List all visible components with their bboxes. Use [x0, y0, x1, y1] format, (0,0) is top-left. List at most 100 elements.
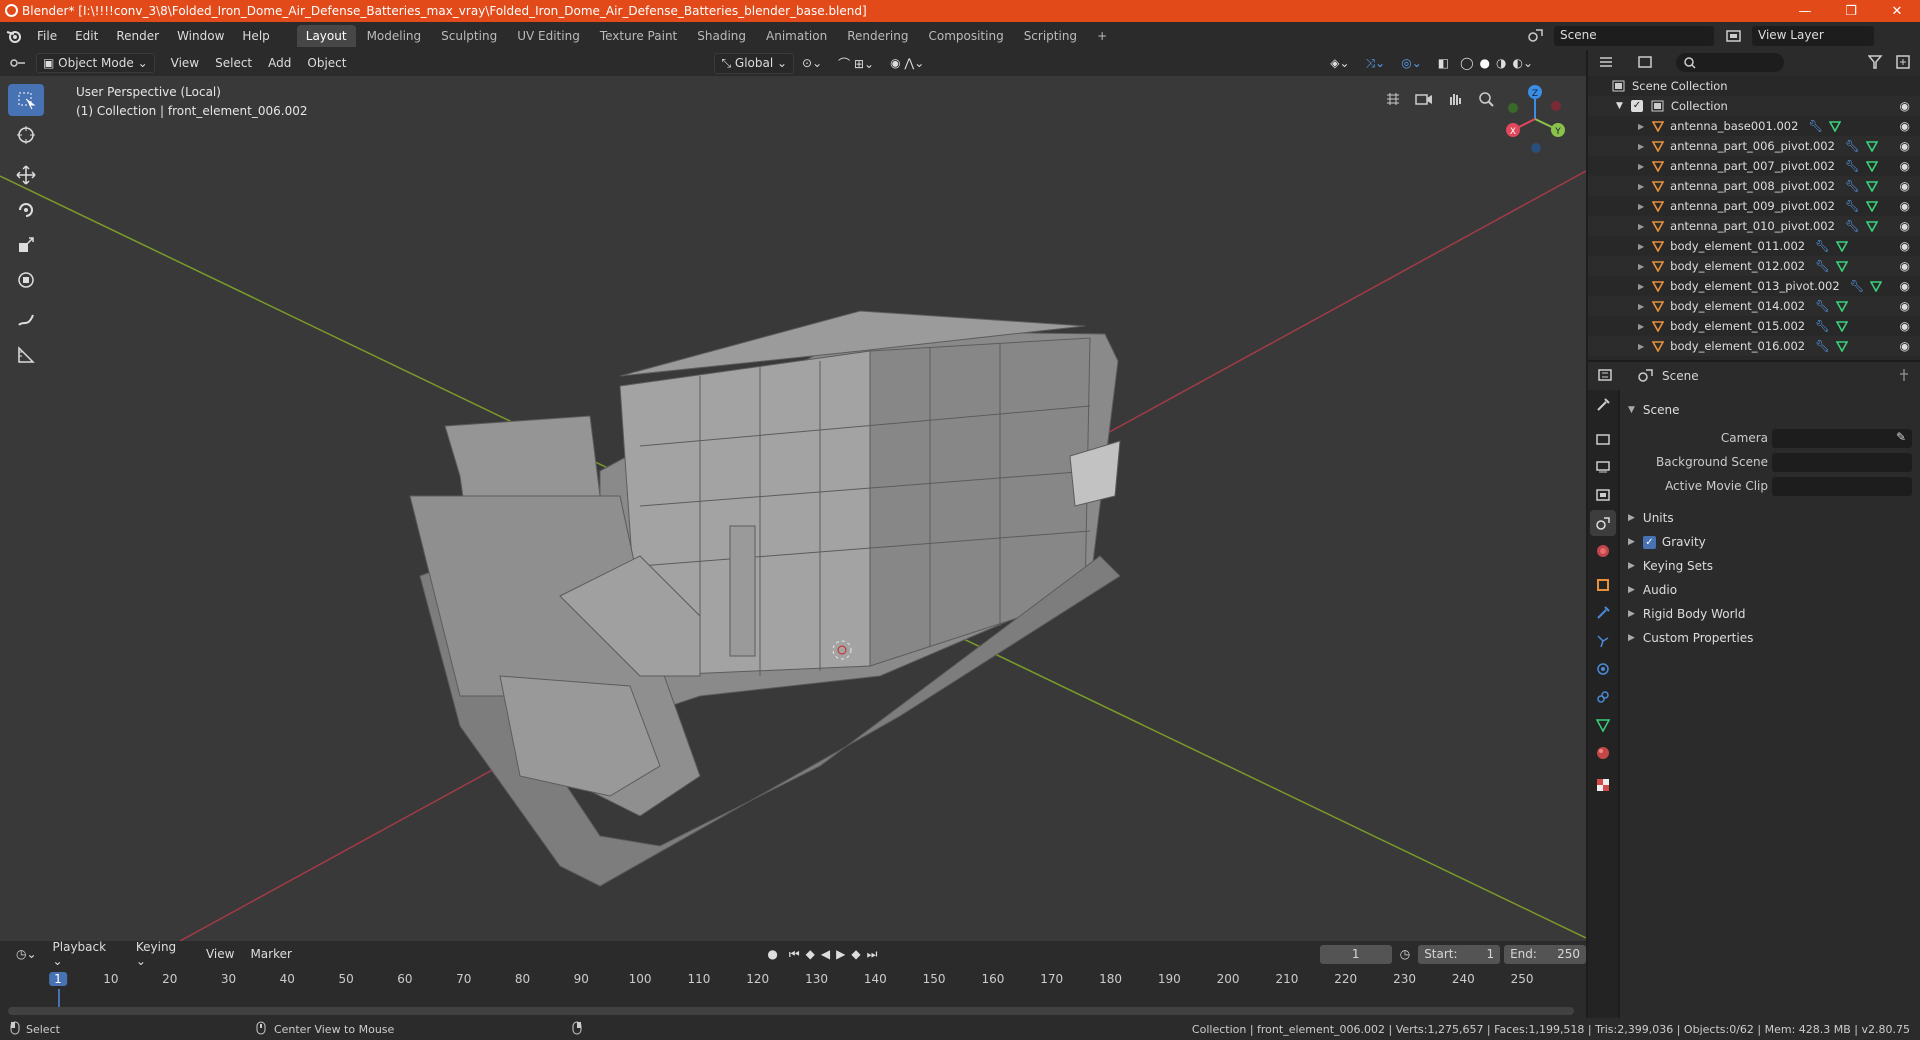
visibility-eye-icon[interactable]: ◉: [1900, 259, 1910, 273]
particles-tab-icon[interactable]: [1590, 628, 1616, 654]
menu-render[interactable]: Render: [107, 29, 168, 43]
modifier-wrench-icon[interactable]: 🔧︎: [1815, 299, 1830, 313]
modifier-wrench-icon[interactable]: 🔧︎: [1845, 159, 1860, 173]
pin-icon[interactable]: [1898, 368, 1910, 385]
visibility-eye-icon[interactable]: ◉: [1900, 219, 1910, 233]
visibility-eye-icon[interactable]: ◉: [1900, 299, 1910, 313]
transform-tool-icon[interactable]: [8, 264, 44, 296]
modifier-wrench-icon[interactable]: 🔧︎: [1845, 199, 1860, 213]
rendered-shading-icon[interactable]: ◐⌄: [1510, 54, 1537, 72]
add-workspace-button[interactable]: +: [1088, 25, 1116, 47]
modifier-wrench-icon[interactable]: 🔧︎: [1815, 239, 1830, 253]
mesh-data-icon[interactable]: [1870, 280, 1883, 292]
modifier-wrench-icon[interactable]: 🔧︎: [1845, 139, 1860, 153]
jump-end-icon[interactable]: ⏭: [864, 945, 881, 964]
tab-uv-editing[interactable]: UV Editing: [508, 25, 589, 47]
mesh-data-icon[interactable]: [1865, 200, 1878, 212]
tab-compositing[interactable]: Compositing: [919, 25, 1012, 47]
menu-object[interactable]: Object: [299, 54, 354, 72]
mesh-data-icon[interactable]: [1835, 340, 1848, 352]
outliner-object-row[interactable]: ▶ body_element_015.002 🔧︎ ◉: [1588, 316, 1920, 336]
timeline-scrollbar[interactable]: [8, 1007, 1574, 1015]
pivot-icon[interactable]: ⊙⌄: [794, 54, 830, 72]
menu-keying[interactable]: Keying ⌄: [128, 938, 198, 970]
rotate-tool-icon[interactable]: [8, 194, 44, 226]
outliner-editor-type-icon[interactable]: [1598, 55, 1620, 72]
tab-sculpting[interactable]: Sculpting: [432, 25, 506, 47]
view-layer-tab-icon[interactable]: [1590, 482, 1616, 508]
play-reverse-icon[interactable]: ◀: [818, 945, 833, 963]
mesh-data-icon[interactable]: [1835, 300, 1848, 312]
row-expand-icon[interactable]: ▶: [1638, 202, 1644, 211]
blender-menu-icon[interactable]: [0, 29, 28, 43]
measure-tool-icon[interactable]: [8, 339, 44, 371]
view-layer-selector[interactable]: View Layer: [1752, 26, 1874, 46]
outliner-object-row[interactable]: ▶ antenna_base001.002 🔧︎ ◉: [1588, 116, 1920, 136]
record-icon[interactable]: ●: [759, 945, 785, 963]
visibility-eye-icon[interactable]: ◉: [1900, 239, 1910, 253]
row-expand-icon[interactable]: ▶: [1638, 242, 1644, 251]
tab-layout[interactable]: Layout: [296, 25, 356, 47]
scene-selector[interactable]: Scene: [1554, 26, 1714, 46]
menu-select[interactable]: Select: [207, 54, 260, 72]
texture-tab-icon[interactable]: [1590, 772, 1616, 798]
menu-file[interactable]: File: [28, 29, 66, 43]
close-button[interactable]: ✕: [1874, 0, 1920, 22]
mesh-data-icon[interactable]: [1865, 140, 1878, 152]
start-frame-field[interactable]: Start: 1: [1418, 944, 1501, 964]
units-panel[interactable]: ▶ Units: [1620, 506, 1920, 530]
material-tab-icon[interactable]: [1590, 740, 1616, 766]
visibility-eye-icon[interactable]: ◉: [1900, 319, 1910, 333]
scene-tab-icon[interactable]: [1590, 510, 1616, 536]
proportional-edit-icon[interactable]: ◉ ⋀⌄: [882, 54, 932, 72]
camera-field[interactable]: ✎: [1772, 428, 1912, 448]
menu-view[interactable]: View: [163, 54, 207, 72]
visibility-eye-icon[interactable]: ◉: [1900, 199, 1910, 213]
rigid-body-world-panel[interactable]: ▶ Rigid Body World: [1620, 602, 1920, 626]
tab-scripting[interactable]: Scripting: [1015, 25, 1086, 47]
movie-clip-field[interactable]: [1772, 476, 1912, 496]
modifier-wrench-icon[interactable]: 🔧︎: [1815, 339, 1830, 353]
menu-edit[interactable]: Edit: [66, 29, 107, 43]
row-expand-icon[interactable]: ▶: [1638, 122, 1644, 131]
modifier-tab-icon[interactable]: [1590, 600, 1616, 626]
view-layer-icon[interactable]: [1726, 29, 1742, 46]
visibility-eye-icon[interactable]: ◉: [1900, 159, 1910, 173]
xray-icon[interactable]: ◧: [1430, 54, 1457, 72]
outliner-object-row[interactable]: ▶ body_element_014.002 🔧︎ ◉: [1588, 296, 1920, 316]
outliner-object-row[interactable]: ▶ body_element_016.002 🔧︎ ◉: [1588, 336, 1920, 356]
outliner-search-input[interactable]: [1676, 53, 1784, 72]
filter-icon[interactable]: [1867, 55, 1888, 72]
menu-help[interactable]: Help: [233, 29, 278, 43]
modifier-wrench-icon[interactable]: 🔧︎: [1845, 219, 1860, 233]
gizmo-toggle-icon[interactable]: ⤨⌄: [1358, 54, 1394, 73]
display-mode-icon[interactable]: [1638, 55, 1660, 72]
row-expand-icon[interactable]: ▶: [1638, 282, 1644, 291]
visibility-eye-icon[interactable]: ◉: [1900, 179, 1910, 193]
mode-selector[interactable]: ▣ Object Mode ⌄: [36, 53, 155, 73]
row-expand-icon[interactable]: ▶: [1638, 142, 1644, 151]
mesh-data-icon[interactable]: [1835, 320, 1848, 332]
wireframe-shading-icon[interactable]: ◯: [1457, 54, 1476, 72]
custom-properties-panel[interactable]: ▶ Custom Properties: [1620, 626, 1920, 650]
visibility-icon[interactable]: ◈⌄: [1322, 54, 1357, 72]
toggle-grid-view-icon[interactable]: [1380, 86, 1406, 112]
preview-range-icon[interactable]: ◷: [1392, 945, 1418, 963]
modifier-wrench-icon[interactable]: 🔧︎: [1815, 259, 1830, 273]
menu-marker[interactable]: Marker: [242, 945, 299, 963]
jump-start-icon[interactable]: ⏮: [786, 945, 803, 964]
zoom-icon[interactable]: [1473, 86, 1499, 112]
collection-checkbox[interactable]: ✓: [1630, 100, 1643, 112]
modifier-wrench-icon[interactable]: 🔧︎: [1850, 279, 1865, 293]
outliner-object-row[interactable]: ▶ body_element_012.002 🔧︎ ◉: [1588, 256, 1920, 276]
tab-rendering[interactable]: Rendering: [838, 25, 917, 47]
cursor-tool-icon[interactable]: [8, 119, 44, 151]
material-shading-icon[interactable]: ◑: [1493, 54, 1509, 72]
keying-sets-panel[interactable]: ▶ Keying Sets: [1620, 554, 1920, 578]
solid-shading-icon[interactable]: ●: [1477, 54, 1493, 72]
minimize-button[interactable]: —: [1782, 0, 1828, 22]
timeline-editor-type-icon[interactable]: ◷⌄: [8, 945, 45, 963]
scene-panel-header[interactable]: ▼ Scene: [1620, 398, 1920, 422]
physics-tab-icon[interactable]: [1590, 656, 1616, 682]
modifier-wrench-icon[interactable]: 🔧︎: [1845, 179, 1860, 193]
